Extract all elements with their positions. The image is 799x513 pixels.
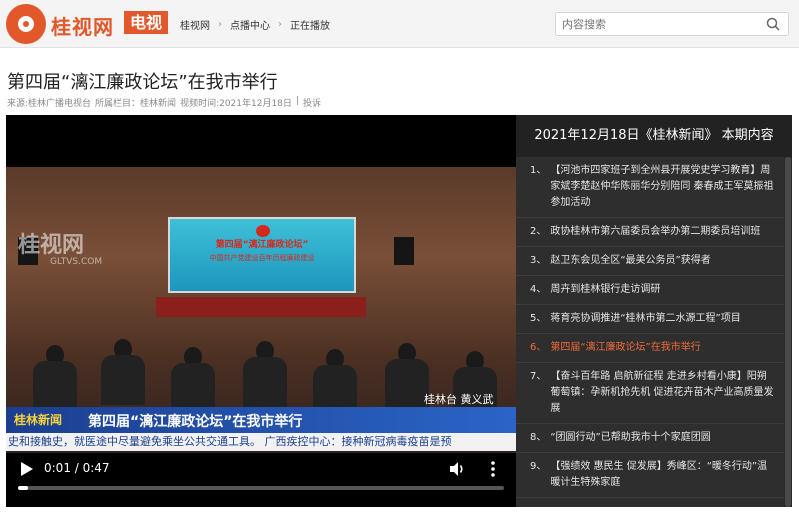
meta-time: 视频时间:2021年12月18日 [180,99,292,109]
playlist-item-number: 4、 [530,284,547,295]
search-box [555,12,789,36]
playlist-item-title: 第四届“漓江廉政论坛”在我市举行 [550,342,701,353]
playlist-item-title: 【奋斗百年路 启航新征程 走进乡村看小康】阳朔葡萄镇：孕新机抢先机 促进花卉苗木… [550,371,774,414]
speaker-right [394,237,414,265]
playlist-item-number: 1、 [530,165,547,176]
breadcrumb-separator: › [218,19,222,30]
breadcrumb-current: 正在播放 [290,21,330,32]
play-icon[interactable] [20,461,34,477]
playlist-item[interactable]: 6、 第四届“漓江廉政论坛”在我市举行 [516,334,784,363]
playlist-item-title: 蒋育亮协调推进“桂林市第二水源工程”项目 [550,313,741,324]
playlist-item[interactable]: 9、 【强绩效 惠民生 促发展】秀峰区：“暖冬行动”温暖计生特殊家庭 [516,453,784,498]
audience-body [171,363,215,413]
player-controls: 0:01 / 0:47 [6,453,516,507]
emblem-icon [256,225,270,237]
news-program-logo: 桂林新闻 [14,413,63,427]
news-ticker: 史和接触史，就医途中尽量避免乘坐公共交通工具。 广西疾控中心：接种新冠病毒疫苗是… [6,433,516,451]
breadcrumb-vod[interactable]: 点播中心 [230,17,270,32]
complaint-link[interactable]: 投诉 [303,96,321,109]
site-logo-icon[interactable] [6,4,46,44]
screen-title: 第四届“漓江廉政论坛” [215,240,309,250]
playlist-item-number: 3、 [530,255,547,266]
brand-tag-tv[interactable]: 电视 [124,11,169,34]
page-title: 第四届“漓江廉政论坛”在我市举行 [7,72,278,93]
playlist-panel: 2021年12月18日《桂林新闻》 本期内容 1、 【河池市四家班子到全州县开展党… [516,115,792,507]
playlist-item-number: 2、 [530,226,547,237]
lower-third-title: 第四届“漓江廉政论坛”在我市举行 [88,414,303,430]
playlist-item-title: 政协桂林市第六届委员会举办第二期委员培训班 [550,226,761,237]
playlist-item-number: 9、 [530,461,547,472]
audience-body [385,359,429,409]
conference-screen: 第四届“漓江廉政论坛” 中国共产党建设百年历程廉政建设 [168,217,356,293]
playlist-item[interactable]: 2、 政协桂林市第六届委员会举办第二期委员培训班 [516,218,784,247]
playlist-item[interactable]: 1、 【河池市四家班子到全州县开展党史学习教育】周家斌李楚赵仲华陈丽华分别陪同 秦… [516,157,784,218]
watermark-url: GLTVS.COM [50,257,103,267]
playlist-item-title: 周卉到桂林银行走访调研 [550,284,661,295]
playlist-item-number: 6、 [530,342,547,353]
more-options-icon[interactable] [490,460,496,478]
playlist-item[interactable]: 4、 周卉到桂林银行走访调研 [516,276,784,305]
breadcrumb-home[interactable]: 桂视网 [180,17,210,32]
search-icon[interactable] [766,17,780,31]
playlist-item-number: 8、 [530,432,547,443]
meta-source: 来源:桂林广播电视台 [7,99,92,109]
playlist-item-title: 【强绩效 惠民生 促发展】秀峰区：“暖冬行动”温暖计生特殊家庭 [550,461,768,488]
stage-table [156,297,366,317]
playlist-item-number: 7、 [530,371,547,382]
video-player[interactable]: 第四届“漓江廉政论坛” 中国共产党建设百年历程廉政建设 桂视网 GLTVS.CO… [6,115,516,507]
screen-subtitle: 中国共产党建设百年历程廉政建设 [209,254,315,262]
playlist-item[interactable]: 5、 蒋育亮协调推进“桂林市第二水源工程”项目 [516,305,784,334]
volume-icon[interactable] [448,460,466,478]
playlist-item[interactable]: 8、 “团圆行动”已帮助我市十个家庭团圆 [516,424,784,453]
article-meta: 来源:桂林广播电视台 所属栏目：桂林新闻 视频时间:2021年12月18日 | … [7,96,321,109]
playlist-item[interactable]: 3、 赵卫东会见全区“最美公务员”获得者 [516,247,784,276]
site-brand[interactable]: 桂视网 [51,11,114,40]
playlist-item-title: 【河池市四家班子到全州县开展党史学习教育】周家斌李楚赵仲华陈丽华分别陪同 秦春成… [550,165,774,208]
playlist-list: 1、 【河池市四家班子到全州县开展党史学习教育】周家斌李楚赵仲华陈丽华分别陪同 秦… [516,157,784,498]
time-display: 0:01 / 0:47 [44,461,110,475]
reporter-credit: 桂林台 黄义武 [424,393,494,406]
playlist-item[interactable]: 7、 【奋斗百年路 启航新征程 走进乡村看小康】阳朔葡萄镇：孕新机抢先机 促进花卉… [516,363,784,424]
playlist-item-title: 赵卫东会见全区“最美公务员”获得者 [550,255,711,266]
playlist-title: 2021年12月18日《桂林新闻》 本期内容 [516,115,792,157]
breadcrumb-separator: › [278,19,282,30]
progress-fill [18,486,28,490]
playlist-item-title: “团圆行动”已帮助我市十个家庭团圆 [550,432,711,443]
audience-body [101,355,145,405]
progress-bar[interactable] [18,486,504,490]
watermark-logo: 桂视网 [18,233,85,258]
audience-body [243,357,287,407]
search-input[interactable] [562,16,762,32]
audience-body [33,361,77,411]
playlist-item-number: 5、 [530,313,547,324]
top-bar: 桂视网 电视 桂视网 › 点播中心 › 正在播放 [0,0,799,48]
meta-separator: | [295,96,299,106]
breadcrumb: 桂视网 › 点播中心 › 正在播放 [180,17,330,32]
scrollbar-thumb[interactable] [785,157,791,507]
lower-third: 桂林新闻 第四届“漓江廉政论坛”在我市举行 [6,407,516,433]
meta-column: 所属栏目：桂林新闻 [95,99,177,109]
playlist-scrollbar[interactable] [784,157,792,507]
